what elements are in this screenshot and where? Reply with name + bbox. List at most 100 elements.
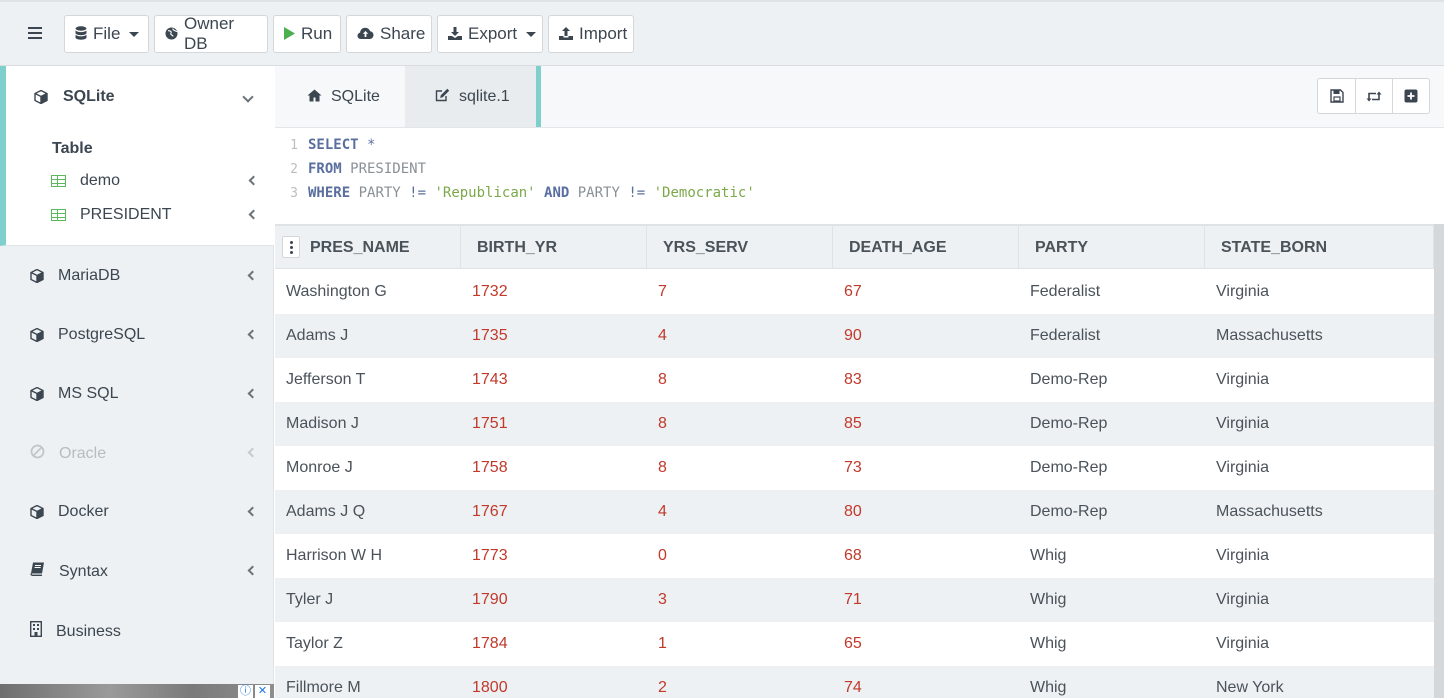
tab-label: sqlite.1: [459, 87, 510, 105]
table-cell: 4: [658, 503, 667, 520]
table-cell: 1758: [472, 459, 508, 476]
plus-square-icon[interactable]: [1392, 79, 1429, 113]
table-row[interactable]: Fillmore M 1800 2 74 Whig New York: [275, 666, 1434, 698]
column-header[interactable]: PARTY: [1019, 226, 1205, 269]
table-cell: Washington G: [286, 283, 387, 300]
cloud-upload-icon: [357, 27, 374, 42]
table-cell: Demo-Rep: [1030, 415, 1108, 432]
edit-icon: [435, 88, 450, 105]
owner-db-button[interactable]: Owner DB: [154, 14, 268, 53]
sidebar-item-business[interactable]: Business: [29, 620, 260, 642]
table-row[interactable]: Adams J Q 1767 4 80 Demo-Rep Massachusetts: [275, 490, 1434, 534]
table-cell: 65: [844, 635, 862, 652]
top-toolbar: File Owner DB Run Share Export Import: [0, 0, 1444, 66]
table-heading: Table: [52, 140, 93, 157]
tab-label: SQLite: [331, 87, 380, 105]
column-header[interactable]: BIRTH_YR: [461, 226, 647, 269]
table-cell: Adams J: [286, 327, 349, 344]
file-menu-button[interactable]: File: [64, 15, 149, 53]
sidebar-item-mssql[interactable]: MS SQL: [30, 385, 260, 403]
table-cell: Whig: [1030, 591, 1067, 608]
import-button[interactable]: Import: [548, 15, 634, 53]
code-text: SELECT *: [308, 137, 376, 153]
table-item-president[interactable]: PRESIDENT: [51, 206, 261, 224]
chevron-left-icon: [247, 447, 258, 458]
table-cell: 0: [658, 547, 667, 564]
export-menu-button[interactable]: Export: [437, 15, 543, 53]
editor-action-group: [1317, 78, 1430, 114]
table-cell: 74: [844, 679, 862, 696]
ad-banner[interactable]: [0, 684, 274, 698]
save-icon[interactable]: [1318, 79, 1355, 113]
results-grid: PRES_NAME BIRTH_YR YRS_SERV DEATH_AGE PARTY S…: [275, 224, 1434, 698]
chevron-left-icon: [247, 565, 258, 576]
table-cell: 67: [844, 283, 862, 300]
table-cell: 80: [844, 503, 862, 520]
table-item-demo[interactable]: demo: [51, 172, 261, 190]
chevron-down-icon[interactable]: [242, 91, 254, 103]
table-cell: Harrison W H: [286, 547, 383, 564]
ban-icon: [30, 444, 45, 464]
sql-editor[interactable]: 1 SELECT * 2 FROM PRESIDENT 3 WHERE PART…: [275, 128, 1444, 224]
close-icon[interactable]: ✕: [255, 685, 270, 698]
table-row[interactable]: Tyler J 1790 3 71 Whig Virginia: [275, 578, 1434, 622]
code-line: 2 FROM PRESIDENT: [275, 157, 426, 181]
retweet-icon[interactable]: [1355, 79, 1392, 113]
line-number: 3: [290, 185, 298, 201]
grid-scrollbar[interactable]: [1434, 224, 1444, 698]
hamburger-menu-icon[interactable]: [24, 24, 46, 44]
table-row[interactable]: Jefferson T 1743 8 83 Demo-Rep Virginia: [275, 358, 1434, 402]
sidebar: SQLite Table demo PRESIDENT MariaDB Post…: [0, 66, 274, 698]
export-label: Export: [468, 24, 518, 43]
sidebar-item-docker[interactable]: Docker: [30, 503, 260, 521]
table-cell: Madison J: [286, 415, 359, 432]
tab-sqlite-1[interactable]: sqlite.1: [405, 66, 541, 127]
table-cell: 1743: [472, 371, 508, 388]
code-text: WHERE PARTY != 'Republican' AND PARTY !=…: [308, 185, 755, 201]
cube-icon: [30, 327, 44, 343]
table-cell: 83: [844, 371, 862, 388]
cube-icon: [30, 504, 44, 520]
table-cell: 1773: [472, 547, 508, 564]
cube-icon: [30, 386, 44, 402]
sidebar-item-oracle: Oracle: [30, 444, 260, 464]
table-row[interactable]: Madison J 1751 8 85 Demo-Rep Virginia: [275, 402, 1434, 446]
table-icon: [51, 209, 66, 221]
column-header[interactable]: DEATH_AGE: [833, 226, 1019, 269]
column-header[interactable]: STATE_BORN: [1205, 226, 1434, 269]
column-header[interactable]: PRES_NAME: [275, 226, 461, 269]
building-icon: [29, 620, 43, 642]
column-header[interactable]: YRS_SERV: [647, 226, 833, 269]
share-button[interactable]: Share: [346, 15, 432, 53]
table-row[interactable]: Adams J 1735 4 90 Federalist Massachusetts: [275, 314, 1434, 358]
table-cell: 1790: [472, 591, 508, 608]
table-row[interactable]: Washington G 1732 7 67 Federalist Virginia: [275, 270, 1434, 314]
table-row[interactable]: Harrison W H 1773 0 68 Whig Virginia: [275, 534, 1434, 578]
table-cell: Jefferson T: [286, 371, 366, 388]
chevron-left-icon: [247, 270, 258, 281]
table-cell: Demo-Rep: [1030, 503, 1108, 520]
chevron-down-icon: [129, 31, 140, 37]
sidebar-item-label: Business: [56, 622, 121, 640]
table-row[interactable]: Taylor Z 1784 1 65 Whig Virginia: [275, 622, 1434, 666]
run-label: Run: [301, 24, 333, 43]
table-cell: Virginia: [1216, 415, 1270, 432]
sidebar-item-sqlite[interactable]: SQLite: [34, 88, 115, 106]
table-cell: Virginia: [1216, 371, 1270, 388]
tab-bar: SQLite sqlite.1: [275, 66, 1444, 128]
sidebar-item-syntax[interactable]: Syntax: [30, 562, 260, 581]
info-icon[interactable]: ⓘ: [238, 685, 253, 698]
sidebar-item-label: Docker: [58, 503, 109, 520]
sidebar-item-mariadb[interactable]: MariaDB: [30, 267, 260, 285]
table-cell: Adams J Q: [286, 503, 366, 520]
sidebar-item-label: Syntax: [59, 562, 108, 580]
database-icon: [75, 26, 87, 42]
run-button[interactable]: Run: [273, 15, 341, 53]
table-cell: 85: [844, 415, 862, 432]
table-row[interactable]: Monroe J 1758 8 73 Demo-Rep Virginia: [275, 446, 1434, 490]
table-cell: 1735: [472, 327, 508, 344]
tab-sqlite-home[interactable]: SQLite: [275, 66, 405, 127]
cube-icon: [34, 89, 48, 105]
sidebar-item-postgresql[interactable]: PostgreSQL: [30, 326, 260, 344]
table-cell: 1732: [472, 283, 508, 300]
